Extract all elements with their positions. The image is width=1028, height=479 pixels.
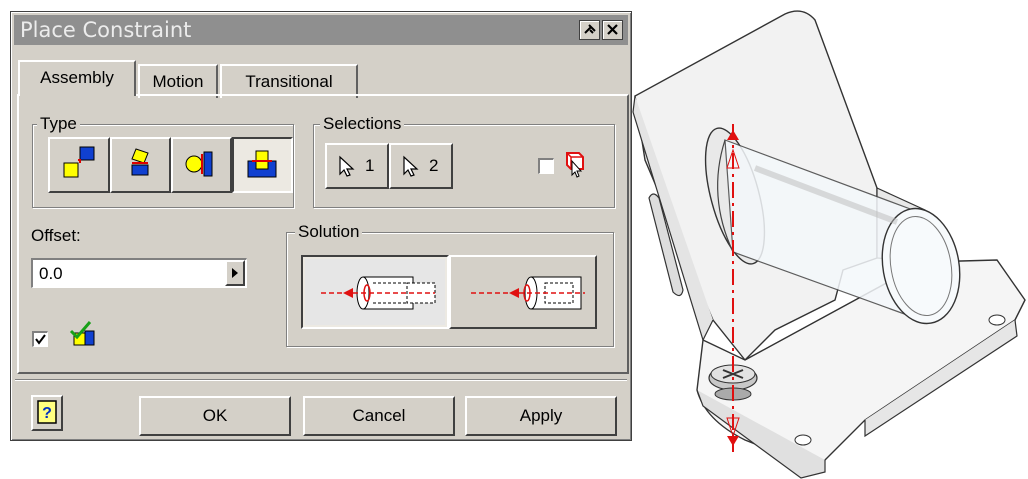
offset-label: Offset: <box>31 226 81 245</box>
aligned-solution-icon <box>471 276 585 310</box>
help-button[interactable]: ? <box>31 395 63 431</box>
tab-motion[interactable]: Motion <box>138 64 218 98</box>
close-icon <box>607 24 618 35</box>
cancel-button[interactable]: Cancel <box>303 396 455 436</box>
offset-input[interactable]: 0.0 <box>31 258 247 288</box>
place-constraint-dialog: Place Constraint Assembly Motion Transit… <box>10 11 632 441</box>
insert-button[interactable] <box>232 137 293 193</box>
arrow-cursor-icon <box>339 155 355 177</box>
svg-text:?: ? <box>42 405 52 422</box>
separator <box>15 379 627 381</box>
select-second-button[interactable]: 2 <box>389 143 453 189</box>
opposed-solution-button[interactable] <box>301 255 449 329</box>
pick-part-first-icon <box>566 152 584 178</box>
pick-part-first-checkbox[interactable] <box>538 158 554 174</box>
dialog-title: Place Constraint <box>20 18 192 42</box>
show-preview-icon <box>69 321 95 346</box>
tangent-icon <box>185 151 213 177</box>
pin-button[interactable] <box>579 20 600 40</box>
select-first-button[interactable]: 1 <box>325 143 389 189</box>
triangle-right-icon <box>232 268 238 278</box>
tangent-button[interactable] <box>171 137 232 193</box>
aligned-solution-button[interactable] <box>449 255 597 329</box>
mate-button[interactable] <box>48 137 110 193</box>
ok-button[interactable]: OK <box>139 396 291 436</box>
show-preview-checkbox[interactable] <box>32 331 48 347</box>
select-first-label: 1 <box>365 156 375 175</box>
solution-group-label: Solution <box>295 222 363 242</box>
tab-transitional[interactable]: Transitional <box>220 64 358 98</box>
assembly-model-view <box>632 10 1026 479</box>
mate-icon <box>63 146 95 178</box>
apply-button[interactable]: Apply <box>465 396 617 436</box>
title-bar[interactable]: Place Constraint <box>14 15 628 45</box>
pin-icon <box>584 24 596 34</box>
opposed-solution-icon <box>305 259 445 325</box>
offset-flyout-button[interactable] <box>225 260 245 286</box>
angle-button[interactable] <box>110 137 171 193</box>
tab-assembly[interactable]: Assembly <box>18 60 136 96</box>
close-button[interactable] <box>602 20 623 40</box>
angle-icon <box>131 148 149 176</box>
select-second-label: 2 <box>429 156 439 175</box>
arrow-cursor-icon <box>403 155 419 177</box>
help-icon: ? <box>37 400 57 424</box>
insert-icon <box>247 150 277 178</box>
checkmark-icon <box>35 334 46 345</box>
selections-group-label: Selections <box>320 114 405 134</box>
type-group-label: Type <box>37 114 80 134</box>
